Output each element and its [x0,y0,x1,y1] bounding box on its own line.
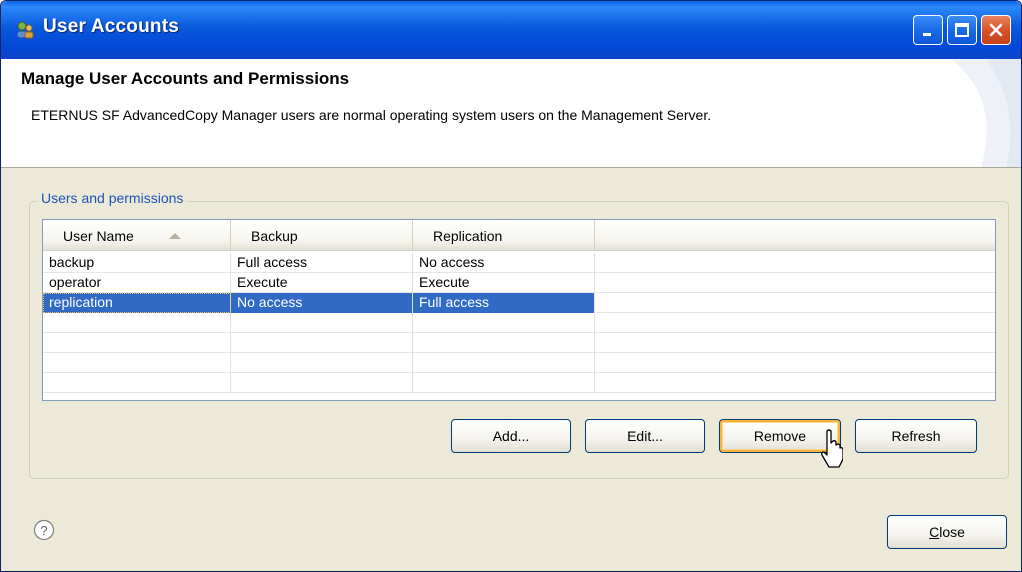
cell-user-name: backup [43,253,231,273]
empty-cell [231,353,413,373]
close-window-button[interactable] [981,15,1011,45]
close-button[interactable]: Close [887,515,1007,549]
empty-cell [413,333,595,353]
empty-row [43,373,995,393]
empty-cell [231,313,413,333]
refresh-button[interactable]: Refresh [855,419,977,453]
table-row[interactable]: operator Execute Execute [43,273,995,293]
empty-cell [413,313,595,333]
empty-cell [43,373,231,393]
user-accounts-window: User Accounts Manage User Accounts and P… [0,0,1022,572]
window-title: User Accounts [43,16,179,37]
table-row-selected[interactable]: replication No access Full access [43,293,995,313]
help-icon[interactable]: ? [33,519,55,541]
maximize-icon [955,23,969,37]
group-label: Users and permissions [37,190,188,206]
empty-cell [43,353,231,373]
header-banner-graphic [951,59,1021,167]
empty-cell [413,353,595,373]
empty-cell [43,333,231,353]
empty-row [43,333,995,353]
minimize-icon [923,33,931,36]
close-icon [989,23,1003,37]
empty-cell [43,313,231,333]
app-icon [16,21,34,39]
empty-row [43,313,995,333]
cell-replication: No access [413,253,595,273]
empty-row [43,353,995,373]
svg-text:?: ? [40,523,47,538]
dialog-header: Manage User Accounts and Permissions ETE… [1,59,1021,168]
cell-replication: Full access [413,293,595,313]
mouse-pointer-icon [821,429,843,468]
column-header-replication[interactable]: Replication [413,220,595,250]
add-button[interactable]: Add... [451,419,571,453]
empty-cell [231,373,413,393]
empty-cell [231,333,413,353]
title-bar[interactable]: User Accounts [1,1,1021,59]
column-header-user-name[interactable]: User Name [43,220,231,250]
cell-backup: No access [231,293,413,313]
empty-cell [413,373,595,393]
cell-backup: Full access [231,253,413,273]
users-table[interactable]: User Name Backup Replication backup Full… [42,219,996,401]
table-row[interactable]: backup Full access No access [43,253,995,273]
cell-replication: Execute [413,273,595,293]
column-header-backup[interactable]: Backup [231,220,413,250]
minimize-button[interactable] [913,15,943,45]
edit-button[interactable]: Edit... [585,419,705,453]
table-header: User Name Backup Replication [43,220,995,251]
header-description: ETERNUS SF AdvancedCopy Manager users ar… [31,107,712,123]
cell-user-name: operator [43,273,231,293]
header-title: Manage User Accounts and Permissions [21,69,350,88]
cell-user-name: replication [43,293,231,313]
maximize-button[interactable] [947,15,977,45]
cell-backup: Execute [231,273,413,293]
sort-ascending-icon [169,233,181,239]
